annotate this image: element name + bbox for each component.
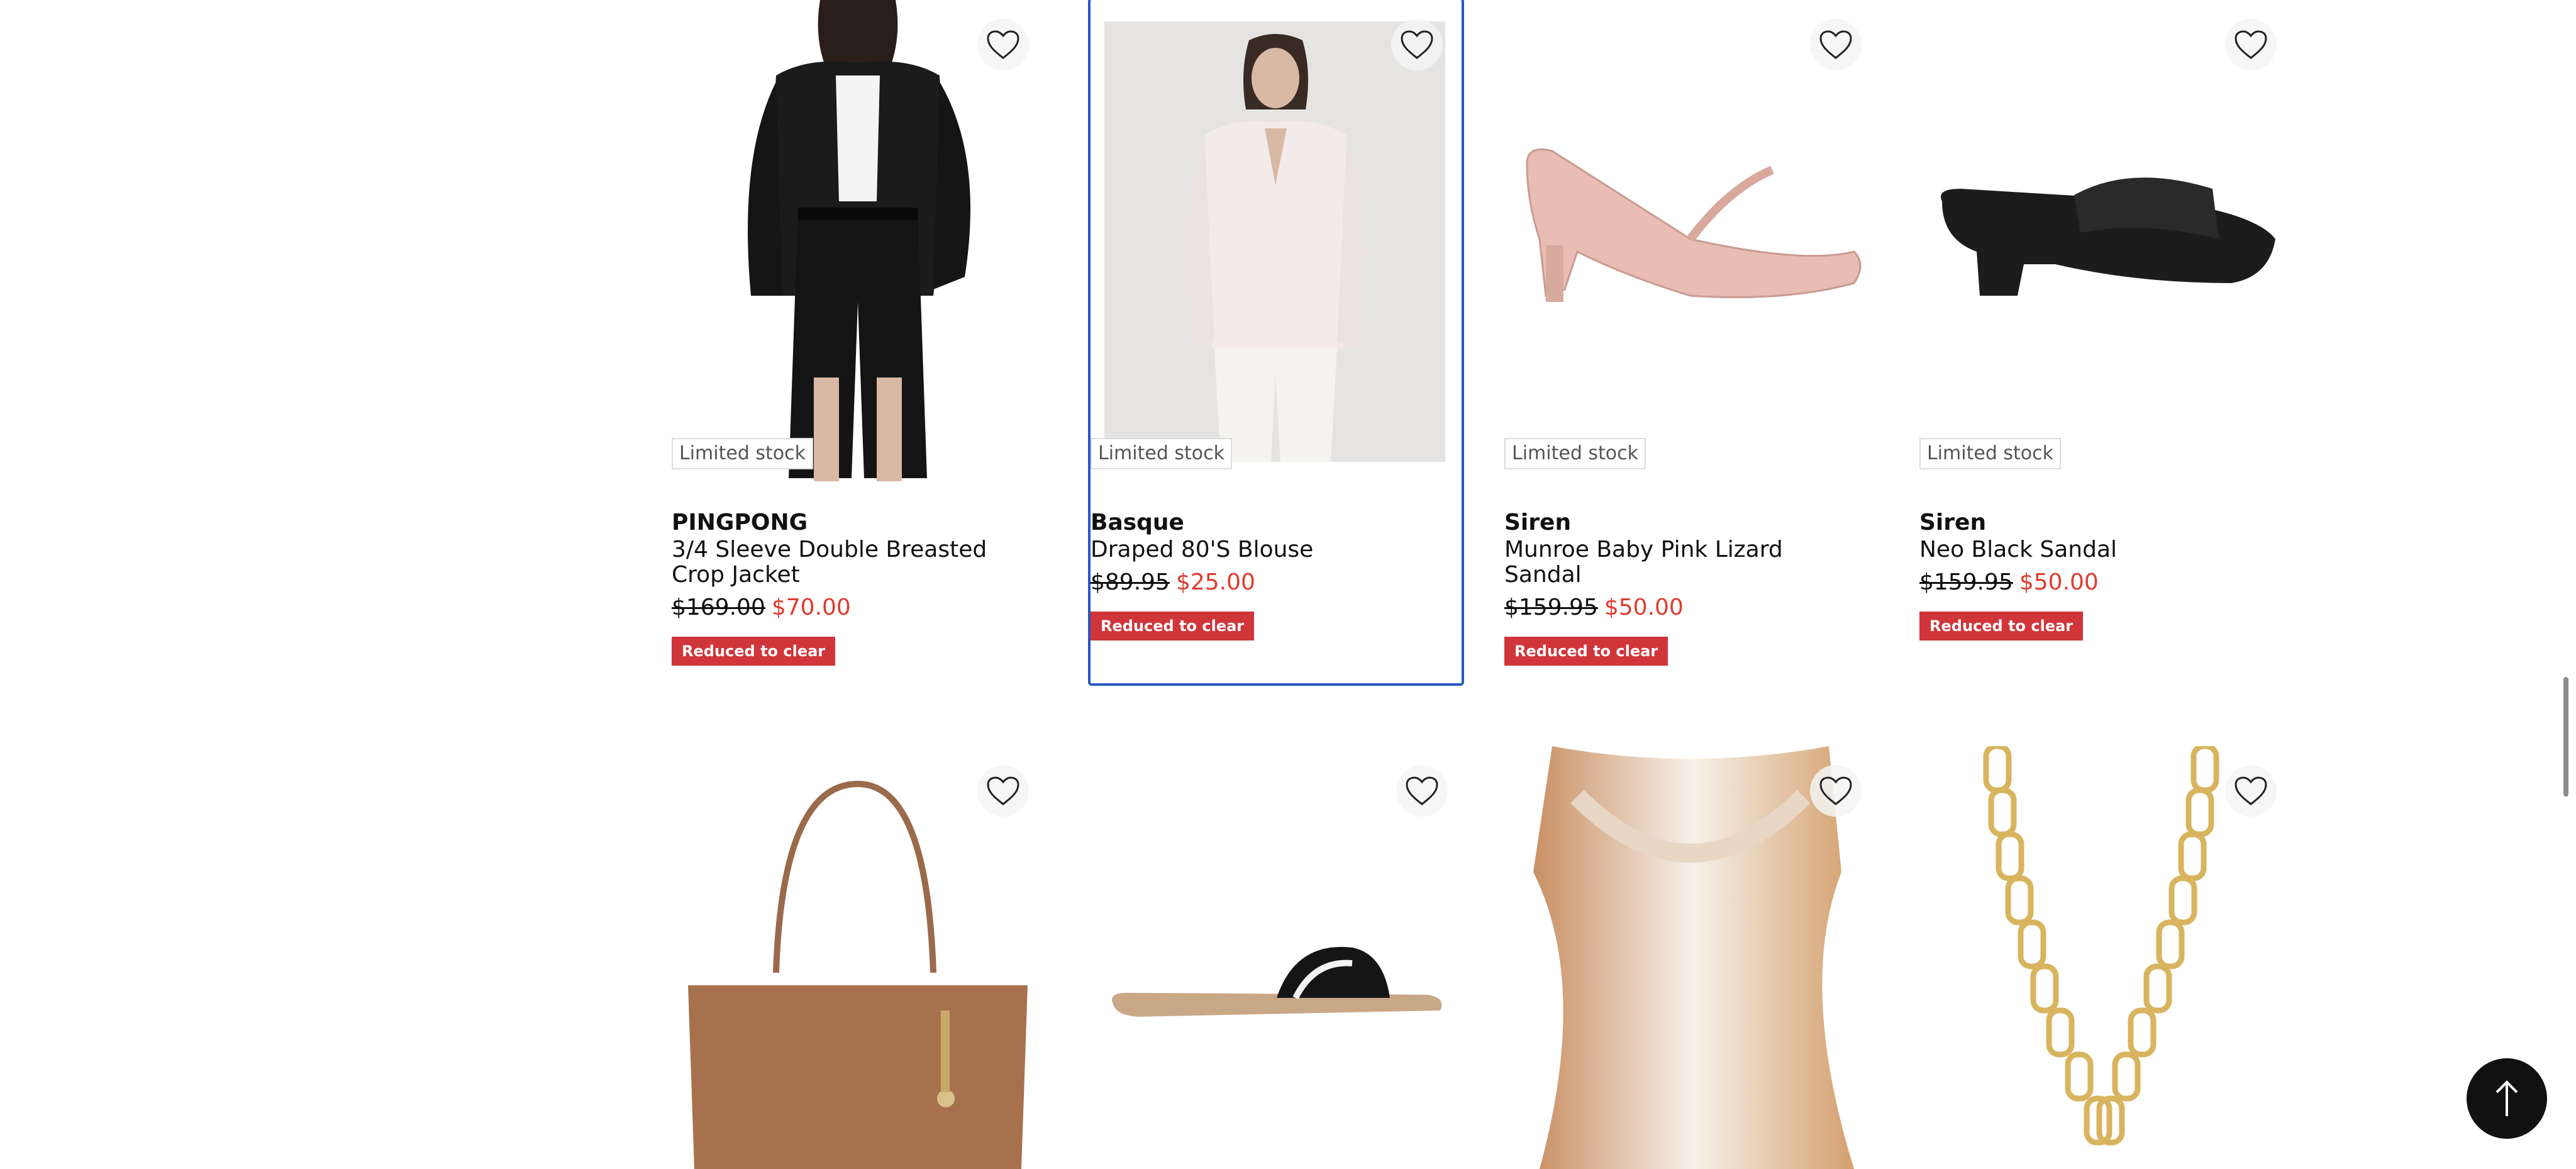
sale-price: $50.00 bbox=[2019, 569, 2099, 595]
product-info: Basque Draped 80'S Blouse $89.95 $25.00 R… bbox=[1091, 508, 1443, 640]
limited-stock-badge: Limited stock bbox=[1504, 438, 1646, 469]
original-price: $169.00 bbox=[672, 595, 765, 620]
heart-outline-icon bbox=[987, 30, 1019, 59]
product-card[interactable]: Limited stock Basque Draped 80'S Blouse … bbox=[1088, 0, 1464, 686]
scroll-to-top-button[interactable] bbox=[2467, 1058, 2547, 1139]
product-brand[interactable]: PINGPONG bbox=[672, 508, 1024, 537]
page-scrollbar[interactable] bbox=[2563, 677, 2568, 797]
original-price: $89.95 bbox=[1091, 569, 1170, 595]
reduced-to-clear-badge: Reduced to clear bbox=[1504, 637, 1668, 666]
heart-outline-icon bbox=[2235, 776, 2267, 805]
original-price: $159.95 bbox=[1919, 569, 2013, 595]
heart-outline-icon bbox=[1406, 776, 1438, 805]
product-card[interactable] bbox=[1502, 746, 1877, 1169]
product-prices: $159.95 $50.00 bbox=[1919, 568, 2272, 598]
product-name[interactable]: 3/4 Sleeve Double Breasted Crop Jacket bbox=[672, 537, 1024, 588]
product-image[interactable] bbox=[669, 0, 1044, 481]
product-card[interactable] bbox=[1088, 746, 1463, 1169]
product-name[interactable]: Neo Black Sandal bbox=[1919, 537, 2272, 562]
product-name[interactable]: Draped 80'S Blouse bbox=[1091, 537, 1443, 562]
product-info: Siren Neo Black Sandal $159.95 $50.00 Red… bbox=[1919, 508, 2272, 640]
product-prices: $169.00 $70.00 bbox=[672, 593, 1024, 623]
product-card[interactable]: Limited stock PINGPONG 3/4 Sleeve Double… bbox=[669, 0, 1044, 692]
product-image[interactable] bbox=[1502, 0, 1877, 481]
reduced-to-clear-badge: Reduced to clear bbox=[1091, 612, 1255, 640]
original-price: $159.95 bbox=[1504, 595, 1598, 620]
wishlist-button[interactable] bbox=[1396, 765, 1448, 817]
limited-stock-badge: Limited stock bbox=[1091, 438, 1233, 469]
wishlist-button[interactable] bbox=[2225, 19, 2277, 70]
wishlist-button[interactable] bbox=[977, 765, 1029, 817]
product-name[interactable]: Munroe Baby Pink Lizard Sandal bbox=[1504, 537, 1857, 588]
product-brand[interactable]: Siren bbox=[1504, 508, 1857, 537]
wishlist-button[interactable] bbox=[1810, 19, 1862, 70]
wishlist-button[interactable] bbox=[977, 19, 1029, 70]
reduced-to-clear-badge: Reduced to clear bbox=[1919, 612, 2084, 640]
limited-stock-badge: Limited stock bbox=[1919, 438, 2062, 469]
arrow-up-icon bbox=[2496, 1080, 2518, 1116]
product-prices: $89.95 $25.00 bbox=[1091, 568, 1443, 598]
product-image[interactable] bbox=[1917, 0, 2292, 481]
heart-outline-icon bbox=[2235, 30, 2267, 59]
wishlist-button[interactable] bbox=[1391, 19, 1443, 70]
sale-price: $25.00 bbox=[1175, 569, 1255, 595]
heart-outline-icon bbox=[1819, 30, 1852, 59]
heart-outline-icon bbox=[987, 776, 1019, 805]
heart-outline-icon bbox=[1819, 776, 1852, 805]
reduced-to-clear-badge: Reduced to clear bbox=[672, 637, 836, 666]
product-prices: $159.95 $50.00 bbox=[1504, 593, 1857, 623]
wishlist-button[interactable] bbox=[1810, 765, 1862, 817]
product-brand[interactable]: Siren bbox=[1919, 508, 2272, 537]
product-info: Siren Munroe Baby Pink Lizard Sandal $15… bbox=[1504, 508, 1857, 666]
product-image[interactable] bbox=[1104, 21, 1445, 462]
sale-price: $50.00 bbox=[1604, 595, 1684, 620]
heart-outline-icon bbox=[1401, 30, 1433, 59]
wishlist-button[interactable] bbox=[2225, 765, 2277, 817]
sale-price: $70.00 bbox=[771, 595, 851, 620]
product-card[interactable] bbox=[669, 746, 1044, 1169]
limited-stock-badge: Limited stock bbox=[672, 438, 814, 469]
product-info: PINGPONG 3/4 Sleeve Double Breasted Crop… bbox=[672, 508, 1024, 666]
product-card[interactable]: Limited stock Siren Munroe Baby Pink Liz… bbox=[1502, 0, 1877, 692]
product-card[interactable]: Limited stock Siren Neo Black Sandal $15… bbox=[1917, 0, 2292, 692]
product-card[interactable] bbox=[1917, 746, 2292, 1169]
product-brand[interactable]: Basque bbox=[1091, 508, 1443, 537]
